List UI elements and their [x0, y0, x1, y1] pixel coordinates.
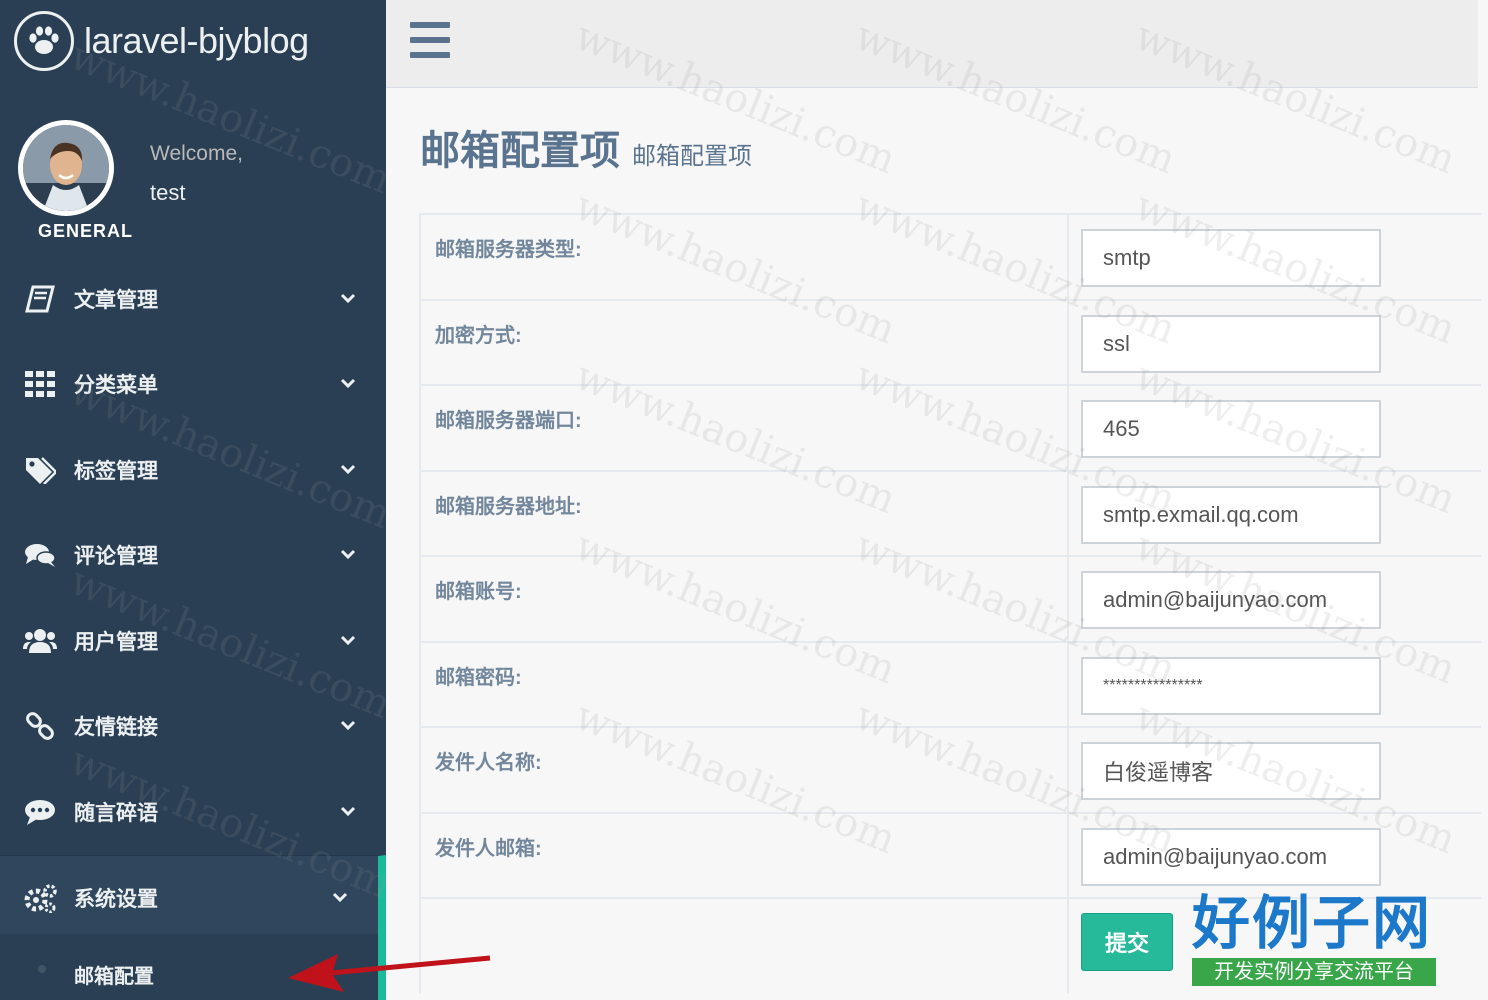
sidebar-menu: 文章管理 分类菜单 标签管理 评论管理 用户管理 友情链接 随言碎语 系统设置: [0, 256, 386, 940]
chevron-down-icon: [340, 803, 356, 821]
submit-button[interactable]: 提交: [1081, 913, 1173, 971]
field-label: 发件人名称:: [435, 752, 542, 774]
sidebar-item-label: 用户管理: [74, 630, 158, 654]
page-subtitle: 邮箱配置项: [632, 143, 752, 170]
sidebar-item-users[interactable]: 用户管理: [0, 598, 386, 684]
sidebar-item-label: 分类菜单: [74, 374, 158, 398]
brand-title: laravel-bjyblog: [84, 20, 309, 61]
field-label: 邮箱密码:: [435, 666, 522, 689]
stamp-tagline: 开发实例分享交流平台: [1192, 958, 1436, 986]
form-row: 邮箱服务器端口: 465: [419, 386, 1481, 472]
chevron-down-icon: [340, 632, 356, 650]
form-row: 加密方式: ssl: [419, 300, 1481, 386]
mail-username-input[interactable]: admin@baijunyao.com: [1081, 571, 1381, 629]
sidebar-item-categories[interactable]: 分类菜单: [0, 342, 386, 428]
form-row: 发件人邮箱: admin@baijunyao.com: [419, 813, 1481, 899]
mail-driver-input[interactable]: smtp: [1081, 229, 1381, 287]
stamp-title: 好例子网: [1192, 889, 1433, 957]
bullet-icon: [38, 965, 46, 973]
brand[interactable]: laravel-bjyblog: [14, 10, 309, 72]
username: test: [150, 180, 186, 205]
page-title: 邮箱配置项 邮箱配置项: [420, 118, 752, 176]
grid-icon: [22, 368, 58, 400]
field-label: 邮箱服务器地址:: [435, 495, 582, 518]
sidebar-item-label: 文章管理: [74, 288, 158, 312]
chevron-down-icon: [340, 717, 356, 735]
avatar[interactable]: [18, 120, 114, 216]
sidebar-item-comments[interactable]: 评论管理: [0, 513, 386, 599]
sidebar-item-settings[interactable]: 系统设置: [0, 854, 386, 940]
tags-icon: [22, 454, 58, 486]
mail-config-form: 邮箱服务器类型: smtp 加密方式: ssl 邮箱服务器端口: 465 邮箱服…: [419, 213, 1481, 994]
comments-icon: [22, 539, 58, 571]
sidebar-item-label: 评论管理: [74, 545, 158, 569]
chevron-down-icon: [340, 290, 356, 308]
form-row: 发件人名称: 白俊遥博客: [419, 728, 1481, 814]
site-logo-stamp: 好例子网 开发实例分享交流平台: [1192, 892, 1442, 992]
sidebar-item-articles[interactable]: 文章管理: [0, 256, 386, 342]
chevron-down-icon: [340, 461, 356, 479]
sender-name-input[interactable]: 白俊遥博客: [1081, 742, 1381, 800]
sidebar-item-links[interactable]: 友情链接: [0, 684, 386, 770]
section-title: GENERAL: [38, 221, 134, 241]
form-row: 邮箱服务器地址: smtp.exmail.qq.com: [419, 471, 1481, 557]
mail-host-input[interactable]: smtp.exmail.qq.com: [1081, 485, 1381, 544]
welcome-text: Welcome,: [150, 142, 243, 165]
sidebar-subitem-label: 邮箱配置: [74, 966, 154, 988]
mail-password-input[interactable]: ****************: [1081, 656, 1381, 715]
cogs-icon: [22, 882, 58, 914]
field-label: 邮箱服务器端口:: [435, 410, 582, 432]
sidebar-item-label: 友情链接: [74, 716, 158, 740]
form-row: 邮箱服务器类型: smtp: [419, 215, 1481, 301]
sidebar-item-label: 标签管理: [74, 459, 158, 483]
chevron-down-icon: [340, 546, 356, 564]
main-content: 邮箱配置项 邮箱配置项 邮箱服务器类型: smtp 加密方式: ssl 邮箱服务…: [386, 0, 1488, 1000]
users-icon: [22, 625, 58, 657]
field-label: 发件人邮箱:: [435, 837, 542, 860]
page-title-text: 邮箱配置项: [420, 129, 620, 173]
field-label: 邮箱服务器类型:: [435, 239, 582, 261]
profile: Welcome, test: [18, 120, 378, 220]
link-icon: [22, 710, 58, 742]
chevron-down-icon: [340, 375, 356, 393]
sidebar: laravel-bjyblog Welcome, test GENERAL 文章…: [0, 0, 386, 1000]
sender-email-input[interactable]: admin@baijunyao.com: [1081, 827, 1381, 886]
field-label: 加密方式:: [435, 324, 522, 347]
paw-icon: [14, 11, 74, 71]
book-icon: [22, 283, 58, 315]
annotation-arrow-icon: [288, 954, 491, 992]
form-row: 邮箱账号: admin@baijunyao.com: [419, 557, 1481, 643]
menu-toggle-icon[interactable]: [410, 22, 450, 58]
sidebar-item-chats[interactable]: 随言碎语: [0, 769, 386, 855]
chevron-down-icon: [332, 889, 348, 907]
chat-icon: [22, 796, 58, 828]
sidebar-item-label: 系统设置: [74, 887, 158, 911]
top-nav: [386, 0, 1478, 88]
field-label: 邮箱账号:: [435, 581, 522, 603]
mail-encryption-input[interactable]: ssl: [1081, 314, 1381, 373]
form-row: 邮箱密码: ****************: [419, 642, 1481, 728]
sidebar-item-label: 随言碎语: [74, 801, 158, 825]
mail-port-input[interactable]: 465: [1081, 400, 1381, 458]
sidebar-item-tags[interactable]: 标签管理: [0, 427, 386, 513]
